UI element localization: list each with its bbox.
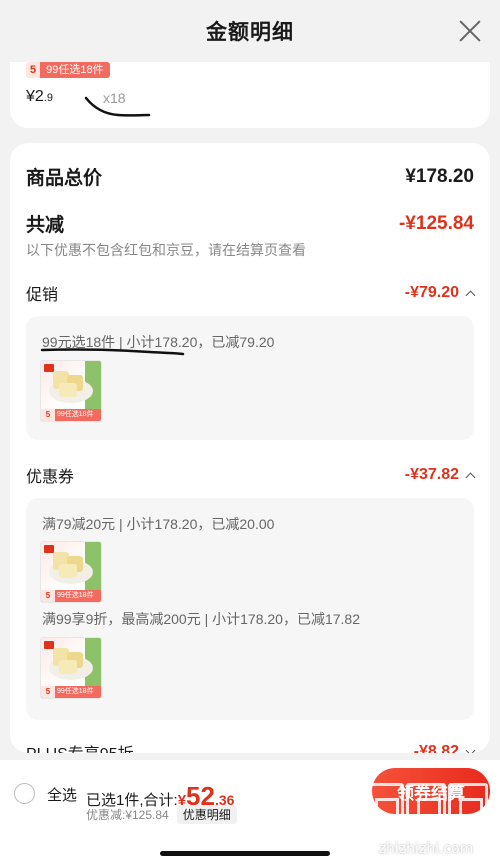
sheet-header: 金额明细: [0, 0, 500, 62]
total-label: 商品总价: [26, 168, 103, 189]
thumb-promo-strip: 5 99任选18件: [41, 686, 101, 698]
reduce-hint: 以下优惠不包含红包和京豆，请在结算页查看: [26, 242, 306, 258]
discount-text: 优惠减:¥125.84: [86, 808, 169, 822]
close-icon[interactable]: [458, 19, 482, 43]
shop-logo-icon: [44, 641, 54, 649]
amount-detail-card: 商品总价 ¥178.20 共减 -¥125.84 以下优惠不包含红包和京豆，请在…: [10, 143, 490, 753]
promo-tag-number: 5: [26, 62, 41, 78]
plus-header[interactable]: PLUS专享95折 -¥8.82: [26, 740, 476, 753]
product-thumbnail[interactable]: 5 99任选18件: [40, 541, 102, 603]
coupon-amount: -¥37.82: [404, 466, 459, 483]
select-all-label[interactable]: 全选: [47, 784, 77, 805]
thumb-promo-strip: 5 99任选18件: [41, 409, 101, 421]
coupon-value: -¥37.82: [404, 466, 476, 484]
thumb-promo-num: 5: [41, 590, 55, 602]
promotion-amount: -¥79.20: [404, 284, 459, 301]
pen-scribble: [40, 348, 185, 356]
discount-summary: 优惠减:¥125.84 优惠明细: [86, 805, 237, 824]
reduce-value: -¥125.84: [398, 212, 474, 234]
thumb-promo-text: 99任选18件: [57, 688, 94, 695]
chevron-up-icon[interactable]: [465, 290, 476, 300]
pen-scribble: [84, 96, 151, 117]
unit-price-dec: .9: [43, 92, 53, 104]
thumb-promo-text: 99任选18件: [57, 592, 94, 599]
thumb-promo-num: 5: [41, 409, 55, 421]
total-value: ¥178.20: [405, 165, 474, 187]
coupon-label: 优惠券: [26, 469, 75, 486]
chevron-down-icon[interactable]: [465, 745, 476, 753]
coupon-detail-text-2: 满99享9折，最高减200元 | 小计178.20，已减17.82: [42, 611, 360, 627]
reduce-label: 共减: [26, 215, 65, 236]
coupon-detail-box: 满79减20元 | 小计178.20，已减20.00 5 99任选18件 满99享…: [26, 498, 474, 720]
thumb-promo-num: 5: [41, 686, 55, 698]
home-indicator[interactable]: [160, 851, 330, 856]
checkout-button[interactable]: 领券结算: [372, 768, 490, 814]
unit-price: ¥2.9: [26, 88, 53, 106]
shop-logo-icon: [44, 545, 54, 553]
unit-price-int: ¥2: [26, 88, 44, 105]
thumb-promo-text: 99任选18件: [57, 411, 94, 418]
promo-tag-text: 99任选18件: [40, 62, 110, 78]
product-thumbnail[interactable]: 5 99任选18件: [40, 360, 102, 422]
product-thumbnail[interactable]: 5 99任选18件: [40, 637, 102, 699]
thumb-promo-strip: 5 99任选18件: [41, 590, 101, 602]
coupon-header[interactable]: 优惠券 -¥37.82: [26, 463, 476, 487]
total-row: 商品总价 ¥178.20: [26, 163, 474, 190]
shop-logo-icon: [44, 364, 54, 372]
chevron-up-icon[interactable]: [465, 472, 476, 482]
plus-amount: -¥8.82: [413, 743, 459, 753]
discount-detail-button[interactable]: 优惠明细: [176, 805, 237, 824]
thumb-cake: [59, 564, 77, 578]
sheet-title: 金额明细: [206, 21, 294, 44]
thumb-cake: [59, 383, 77, 397]
coupon-detail-text-1: 满79减20元 | 小计178.20，已减20.00: [42, 516, 275, 532]
plus-label: PLUS专享95折: [26, 740, 134, 753]
plus-value: -¥8.82: [413, 743, 476, 753]
thumb-cake: [59, 660, 77, 674]
promotion-detail-box: 99元选18件 | 小计178.20，已减79.20 5 99任选18件: [26, 316, 474, 440]
promotion-header[interactable]: 促销 -¥79.20: [26, 281, 476, 305]
promotion-label: 促销: [26, 287, 59, 304]
promo-tag: 5 99任选18件: [26, 62, 110, 78]
reduce-row: 共减 -¥125.84: [26, 210, 474, 237]
checkout-bar: 全选 已选1件,合计: ¥ 52 .36 优惠减:¥125.84 优惠明细 领券…: [0, 760, 500, 867]
select-all-checkbox[interactable]: [14, 783, 35, 804]
promotion-value: -¥79.20: [404, 284, 476, 302]
